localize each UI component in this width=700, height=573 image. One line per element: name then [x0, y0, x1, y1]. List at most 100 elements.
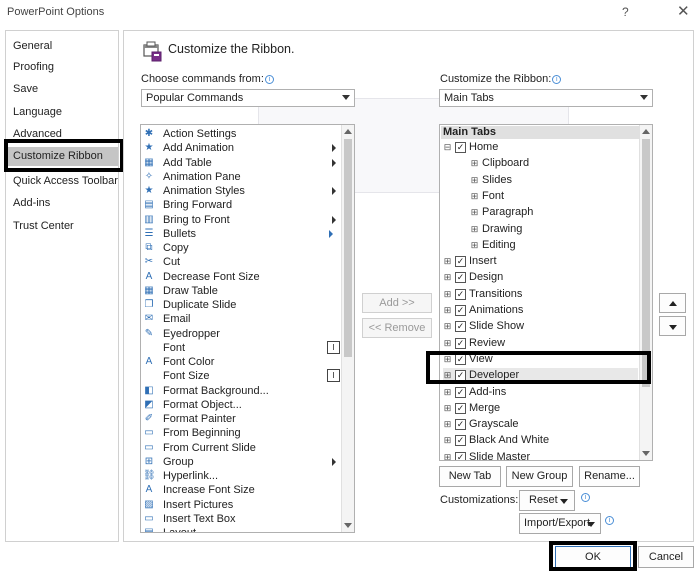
- scroll-down-icon[interactable]: [344, 523, 352, 528]
- cancel-button[interactable]: Cancel: [638, 546, 694, 568]
- tree-item-font[interactable]: ⊞ Font: [470, 189, 638, 204]
- tab-checkbox[interactable]: ✓: [455, 272, 466, 284]
- command-item[interactable]: ◧ Format Background...: [141, 384, 341, 398]
- ribbon-tabs-tree[interactable]: Main Tabs ⊟ ✓ Home ⊞ Clipboard ⊞ Slides ⊞ Font ⊞ P…: [439, 124, 653, 461]
- command-item[interactable]: ✂ Cut: [141, 255, 341, 269]
- tree-item-slide-master[interactable]: ⊞ ✓ Slide Master: [443, 450, 638, 460]
- command-item[interactable]: ✎ Eyedropper: [141, 327, 341, 341]
- tree-item-drawing[interactable]: ⊞ Drawing: [470, 222, 638, 237]
- tree-item-paragraph[interactable]: ⊞ Paragraph: [470, 205, 638, 220]
- command-item[interactable]: ▤ Bring Forward: [141, 198, 341, 212]
- reset-dropdown[interactable]: Reset: [519, 490, 575, 511]
- tree-item-grayscale[interactable]: ⊞ ✓ Grayscale: [443, 417, 638, 432]
- command-item[interactable]: ▥ Bring to Front: [141, 213, 341, 227]
- expand-icon[interactable]: ⊞: [443, 257, 452, 266]
- tree-item-transitions[interactable]: ⊞ ✓ Transitions: [443, 287, 638, 302]
- move-up-button[interactable]: [659, 293, 686, 313]
- tree-item-home[interactable]: ⊟ ✓ Home: [443, 140, 638, 155]
- tree-item-insert[interactable]: ⊞ ✓ Insert: [443, 254, 638, 269]
- command-item[interactable]: ▤ Layout: [141, 526, 341, 532]
- nav-item-quick-access-toolbar[interactable]: Quick Access Toolbar: [6, 172, 118, 191]
- tree-item-design[interactable]: ⊞ ✓ Design: [443, 270, 638, 285]
- close-button[interactable]: ✕: [677, 2, 690, 20]
- expand-icon[interactable]: ⊞: [470, 224, 479, 234]
- expand-icon[interactable]: ⊞: [470, 240, 479, 250]
- command-item[interactable]: ◩ Format Object...: [141, 398, 341, 412]
- tab-checkbox[interactable]: ✓: [455, 451, 466, 460]
- expand-icon[interactable]: ⊞: [443, 452, 452, 460]
- command-item[interactable]: ▨ Insert Pictures: [141, 498, 341, 512]
- command-item[interactable]: ❐ Duplicate Slide: [141, 298, 341, 312]
- move-down-button[interactable]: [659, 316, 686, 336]
- tab-checkbox[interactable]: ✓: [455, 402, 466, 414]
- tree-item-slides[interactable]: ⊞ Slides: [470, 173, 638, 188]
- tab-checkbox[interactable]: ✓: [455, 386, 466, 398]
- add-button[interactable]: Add >>: [362, 293, 432, 313]
- command-item[interactable]: Font I: [141, 340, 341, 355]
- tab-checkbox[interactable]: ✓: [455, 435, 466, 447]
- expand-icon[interactable]: ⊞: [443, 403, 452, 413]
- expand-icon[interactable]: ⊞: [443, 420, 452, 429]
- tree-scrollbar[interactable]: [639, 125, 652, 460]
- expand-icon[interactable]: ⊞: [470, 208, 479, 217]
- command-item[interactable]: ✐ Format Painter: [141, 412, 341, 426]
- tree-item-black-and-white[interactable]: ⊞ ✓ Black And White: [443, 433, 638, 448]
- expand-icon[interactable]: ⊞: [470, 191, 479, 201]
- tree-item-editing[interactable]: ⊞ Editing: [470, 238, 638, 253]
- expand-icon[interactable]: ⊞: [470, 175, 479, 185]
- nav-item-proofing[interactable]: Proofing: [6, 58, 118, 77]
- command-item[interactable]: ★ Animation Styles: [141, 184, 341, 198]
- command-item[interactable]: ✧ Animation Pane: [141, 170, 341, 184]
- tab-checkbox[interactable]: ✓: [455, 256, 466, 268]
- command-item[interactable]: ⧉ Copy: [141, 241, 341, 255]
- command-item[interactable]: ▦ Draw Table: [141, 284, 341, 298]
- tab-checkbox[interactable]: ✓: [455, 419, 466, 431]
- scroll-thumb[interactable]: [642, 139, 650, 387]
- tab-checkbox[interactable]: ✓: [455, 337, 466, 349]
- scroll-thumb[interactable]: [344, 139, 352, 357]
- import-export-dropdown[interactable]: Import/Export: [519, 513, 601, 534]
- remove-button[interactable]: << Remove: [362, 318, 432, 338]
- expand-icon[interactable]: ⊞: [443, 289, 452, 299]
- command-item[interactable]: ★ Add Animation: [141, 141, 341, 155]
- nav-item-trust-center[interactable]: Trust Center: [6, 217, 118, 236]
- commands-scrollbar[interactable]: [341, 125, 354, 532]
- command-item[interactable]: Font Size I: [141, 369, 341, 383]
- expand-icon[interactable]: ⊞: [443, 387, 452, 397]
- command-item[interactable]: ☰ Bullets: [141, 227, 341, 241]
- tab-checkbox[interactable]: ✓: [455, 288, 466, 300]
- rename-button[interactable]: Rename...: [579, 466, 640, 487]
- command-item[interactable]: ▭ Insert Text Box: [141, 512, 341, 526]
- command-item[interactable]: ⊞ Group: [141, 455, 341, 469]
- scroll-up-icon[interactable]: [344, 129, 352, 134]
- tree-item-animations[interactable]: ⊞ ✓ Animations: [443, 303, 638, 318]
- command-item[interactable]: ▭ From Beginning: [141, 426, 341, 440]
- new-tab-button[interactable]: New Tab: [439, 466, 501, 487]
- command-item[interactable]: A Decrease Font Size: [141, 270, 341, 284]
- tab-checkbox[interactable]: ✓: [455, 305, 466, 316]
- expand-icon[interactable]: ⊞: [443, 273, 452, 282]
- nav-item-general[interactable]: General: [6, 37, 118, 56]
- tree-item-merge[interactable]: ⊞ ✓ Merge: [443, 401, 638, 416]
- collapse-icon[interactable]: ⊟: [443, 143, 452, 152]
- scroll-down-icon[interactable]: [642, 451, 650, 456]
- nav-item-add-ins[interactable]: Add-ins: [6, 194, 118, 213]
- command-item[interactable]: A Font Color: [141, 355, 341, 369]
- command-item[interactable]: ✱ Action Settings: [141, 127, 341, 141]
- new-group-button[interactable]: New Group: [506, 466, 573, 487]
- scroll-up-icon[interactable]: [642, 129, 650, 134]
- choose-commands-dropdown[interactable]: Popular Commands: [141, 89, 355, 107]
- command-item[interactable]: ▦ Add Table: [141, 156, 341, 170]
- command-item[interactable]: ▭ From Current Slide: [141, 441, 341, 455]
- command-item[interactable]: ✉ Email: [141, 312, 341, 326]
- command-item[interactable]: A Increase Font Size: [141, 483, 341, 497]
- commands-list[interactable]: ✱ Action Settings ★ Add Animation ▦ Add Table…: [140, 124, 355, 533]
- nav-item-language[interactable]: Language: [6, 103, 118, 122]
- tree-item-slide-show[interactable]: ⊞ ✓ Slide Show: [443, 319, 638, 334]
- expand-icon[interactable]: ⊞: [443, 322, 452, 331]
- expand-icon[interactable]: ⊞: [443, 338, 452, 348]
- command-item[interactable]: ⛓ Hyperlink...: [141, 469, 341, 483]
- expand-icon[interactable]: ⊞: [443, 306, 452, 315]
- customize-ribbon-dropdown[interactable]: Main Tabs: [439, 89, 653, 107]
- help-button[interactable]: ?: [622, 5, 629, 19]
